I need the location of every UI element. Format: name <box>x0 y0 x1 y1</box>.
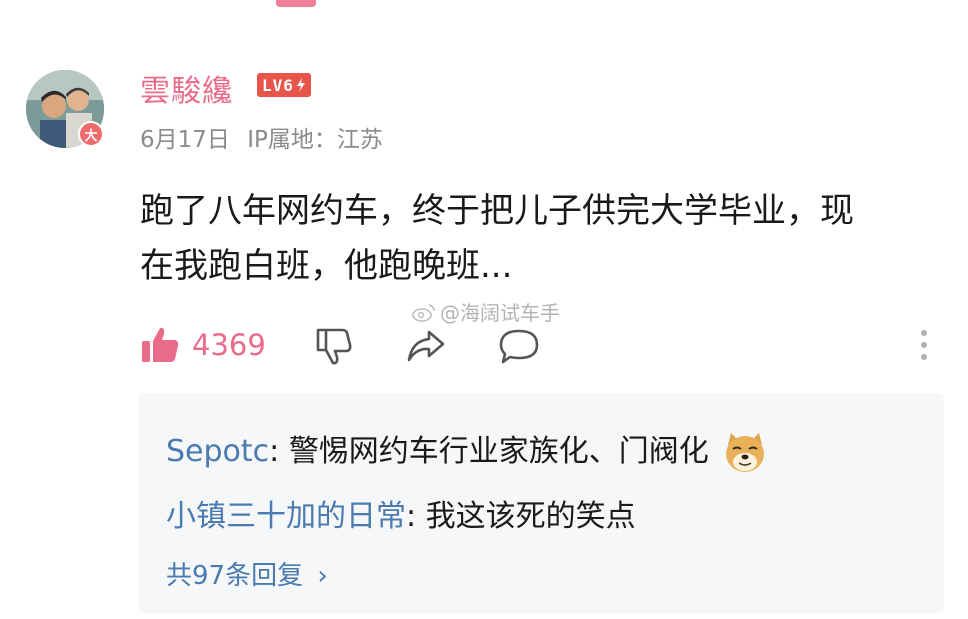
watermark: @海阔试车手 <box>412 297 560 326</box>
comment-text-line1: 跑了八年网约车，终于把儿子供完大学毕业，现 <box>140 191 854 231</box>
reply-author[interactable]: Sepotc <box>166 434 269 469</box>
level-badge: LV6 <box>257 73 311 97</box>
comment-text: 跑了八年网约车，终于把儿子供完大学毕业，现 在我跑白班，他跑晚班... <box>140 184 950 294</box>
ip-location: IP属地：江苏 <box>247 127 383 153</box>
like-count: 4369 <box>192 328 266 362</box>
top-tab-indicator <box>276 0 316 7</box>
reply-author[interactable]: 小镇三十加的日常 <box>166 499 406 534</box>
thumbs-down-icon[interactable] <box>314 326 354 366</box>
more-vertical-icon[interactable] <box>918 328 930 362</box>
reply-text: 警惕网约车行业家族化、门阀化 <box>288 434 709 469</box>
reply-text: 我这该死的笑点 <box>425 499 636 534</box>
doge-emoji-icon <box>726 432 765 472</box>
share-icon[interactable] <box>406 328 446 364</box>
level-text: LV6 <box>262 75 294 95</box>
reply-item[interactable]: 小镇三十加的日常: 我这该死的笑点 <box>166 491 636 535</box>
reply-item[interactable]: Sepotc: 警惕网约车行业家族化、门阀化 <box>166 426 768 475</box>
comment-meta: 6月17日 IP属地：江苏 <box>140 120 383 154</box>
view-all-replies-link[interactable]: 共97条回复 › <box>166 555 328 592</box>
watermark-text: @海阔试车手 <box>440 301 560 325</box>
weibo-icon <box>412 303 435 322</box>
chevron-right-icon: › <box>317 561 328 591</box>
vip-badge: 大 <box>78 121 104 147</box>
lightning-icon <box>296 78 305 92</box>
username[interactable]: 雲駿纔 <box>140 66 233 110</box>
comment-text-line2: 在我跑白班，他跑晚班... <box>140 246 513 286</box>
replies-panel: Sepotc: 警惕网约车行业家族化、门阀化 小镇三十加的日常: 我这该死的笑点… <box>138 393 944 613</box>
comment-date: 6月17日 <box>140 127 230 153</box>
reply-bubble-icon[interactable] <box>498 328 540 366</box>
thumbs-up-icon[interactable] <box>140 326 180 364</box>
total-replies-label: 共97条回复 <box>166 561 304 591</box>
